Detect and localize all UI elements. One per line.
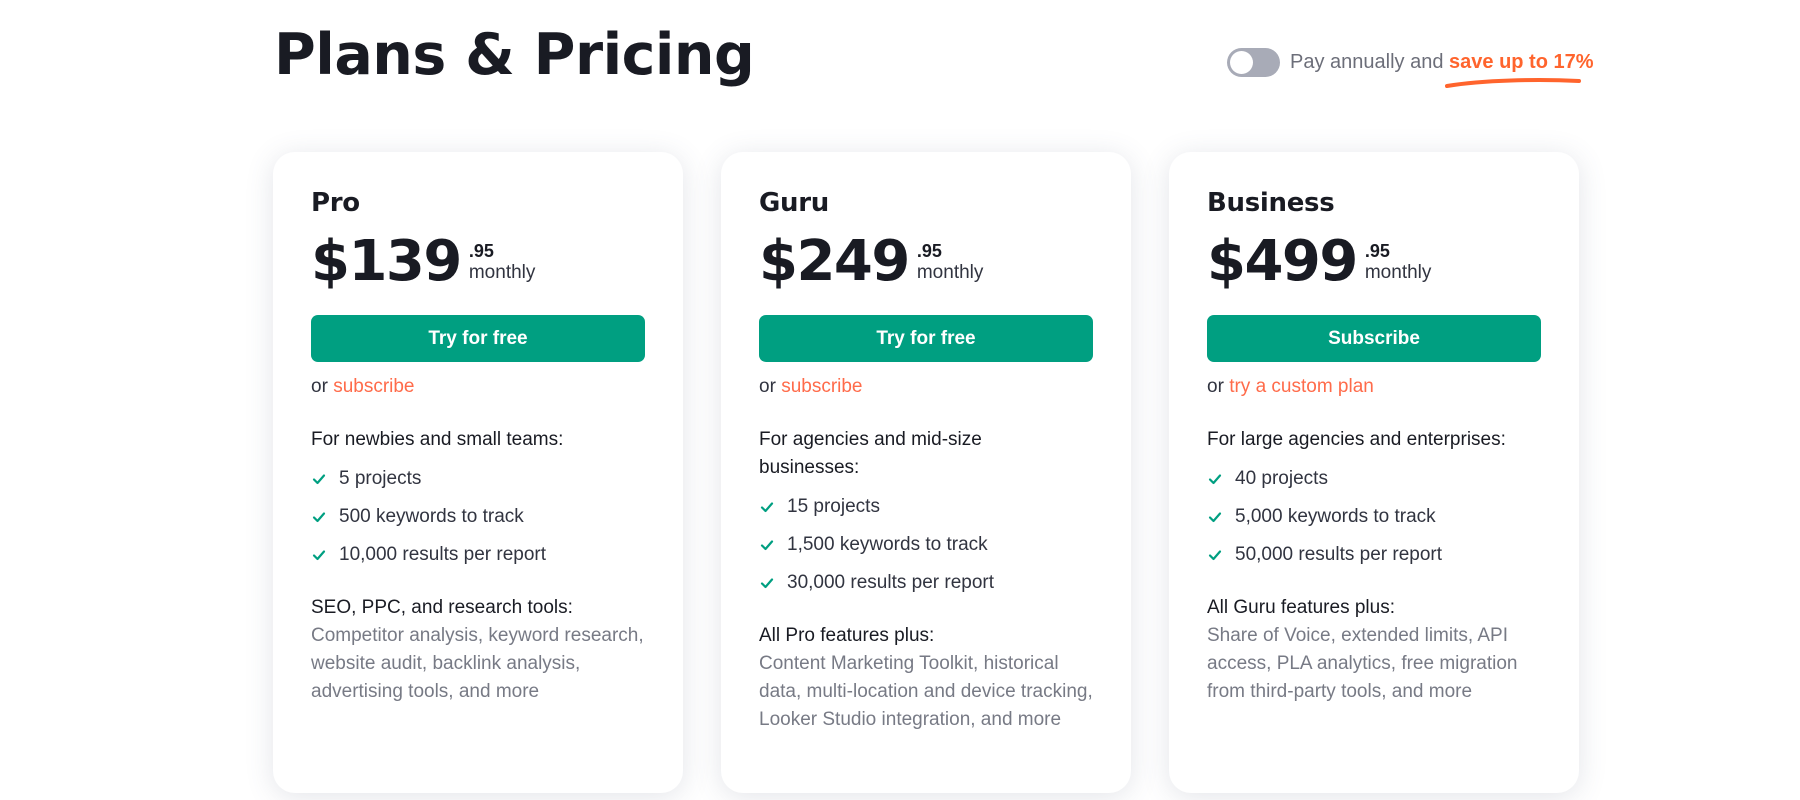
savings-highlight: save up to 17% <box>1445 50 1594 88</box>
feature-text: 30,000 results per report <box>787 572 995 593</box>
feature-text: 500 keywords to track <box>339 506 524 527</box>
feature-text: 50,000 results per report <box>1235 544 1443 565</box>
subscribe-button[interactable]: Subscribe <box>1207 315 1541 362</box>
brush-underline-icon <box>1445 77 1582 88</box>
alt-action: or try a custom plan <box>1207 376 1541 398</box>
feature-list: 40 projects 5,000 keywords to track 50,0… <box>1207 460 1541 574</box>
price-whole: $499 <box>1207 229 1358 294</box>
try-for-free-button[interactable]: Try for free <box>759 315 1093 362</box>
extras-description: Share of Voice, extended limits, API acc… <box>1207 625 1518 702</box>
list-item: 50,000 results per report <box>1207 536 1541 574</box>
plan-name: Guru <box>759 188 829 218</box>
plan-price: $139 .95 monthly <box>311 232 645 296</box>
annual-billing-toggle-group: Pay annually and save up to 17% <box>1227 46 1594 88</box>
plan-audience: For newbies and small teams: <box>311 429 564 450</box>
check-icon <box>760 578 774 589</box>
price-cents: .95 <box>1364 241 1390 261</box>
feature-text: 5 projects <box>339 468 422 489</box>
feature-list: 15 projects 1,500 keywords to track 30,0… <box>759 488 1093 602</box>
price-period: monthly <box>468 262 536 283</box>
list-item: 40 projects <box>1207 460 1541 498</box>
plan-price: $249 .95 monthly <box>759 232 1093 296</box>
toggle-knob <box>1230 50 1253 74</box>
check-icon <box>760 502 774 513</box>
check-icon <box>312 474 326 485</box>
alt-prefix: or <box>311 376 334 397</box>
extras-title: All Pro features plus: <box>759 625 935 646</box>
subscribe-link[interactable]: subscribe <box>781 376 862 397</box>
custom-plan-link[interactable]: try a custom plan <box>1229 376 1374 397</box>
annual-billing-label: Pay annually and save up to 17% <box>1290 50 1594 88</box>
plan-card-business: Business $499 .95 monthly Subscribe or t… <box>1169 152 1579 793</box>
list-item: 10,000 results per report <box>311 536 645 574</box>
annual-billing-label-prefix: Pay annually and <box>1290 50 1450 73</box>
feature-text: 40 projects <box>1235 468 1328 489</box>
extras-description: Competitor analysis, keyword research, w… <box>311 625 644 702</box>
list-item: 5 projects <box>311 460 645 498</box>
check-icon <box>1208 512 1222 523</box>
feature-text: 5,000 keywords to track <box>1235 506 1436 527</box>
plan-name: Pro <box>311 188 360 218</box>
plan-price: $499 .95 monthly <box>1207 232 1541 296</box>
extras-title: SEO, PPC, and research tools: <box>311 597 573 618</box>
list-item: 15 projects <box>759 488 1093 526</box>
extras-title: All Guru features plus: <box>1207 597 1395 618</box>
pricing-cards: Pro $139 .95 monthly Try for free or sub… <box>273 152 1579 793</box>
alt-action: or subscribe <box>311 376 645 398</box>
price-whole: $139 <box>311 229 462 294</box>
price-period: monthly <box>1364 262 1432 283</box>
plan-card-guru: Guru $249 .95 monthly Try for free or su… <box>721 152 1131 793</box>
alt-action: or subscribe <box>759 376 1093 398</box>
try-for-free-button[interactable]: Try for free <box>311 315 645 362</box>
price-whole: $249 <box>759 229 910 294</box>
price-cents: .95 <box>916 241 942 261</box>
check-icon <box>1208 474 1222 485</box>
plan-name: Business <box>1207 188 1335 218</box>
check-icon <box>312 550 326 561</box>
price-cents: .95 <box>468 241 494 261</box>
list-item: 5,000 keywords to track <box>1207 498 1541 536</box>
feature-text: 10,000 results per report <box>339 544 547 565</box>
annual-billing-toggle[interactable] <box>1227 47 1280 77</box>
check-icon <box>760 540 774 551</box>
alt-prefix: or <box>1207 376 1230 397</box>
page-title: Plans & Pricing <box>274 22 755 88</box>
check-icon <box>1208 550 1222 561</box>
list-item: 30,000 results per report <box>759 564 1093 602</box>
price-period: monthly <box>916 262 984 283</box>
feature-text: 15 projects <box>787 496 880 517</box>
feature-list: 5 projects 500 keywords to track 10,000 … <box>311 460 645 574</box>
subscribe-link[interactable]: subscribe <box>333 376 414 397</box>
plan-audience: For agencies and mid-size businesses: <box>759 429 982 478</box>
savings-highlight-text: save up to 17% <box>1449 50 1594 73</box>
plan-card-pro: Pro $139 .95 monthly Try for free or sub… <box>273 152 683 793</box>
feature-text: 1,500 keywords to track <box>787 534 988 555</box>
extras-description: Content Marketing Toolkit, historical da… <box>759 653 1093 730</box>
list-item: 1,500 keywords to track <box>759 526 1093 564</box>
plan-audience: For large agencies and enterprises: <box>1207 429 1506 450</box>
alt-prefix: or <box>759 376 782 397</box>
list-item: 500 keywords to track <box>311 498 645 536</box>
check-icon <box>312 512 326 523</box>
